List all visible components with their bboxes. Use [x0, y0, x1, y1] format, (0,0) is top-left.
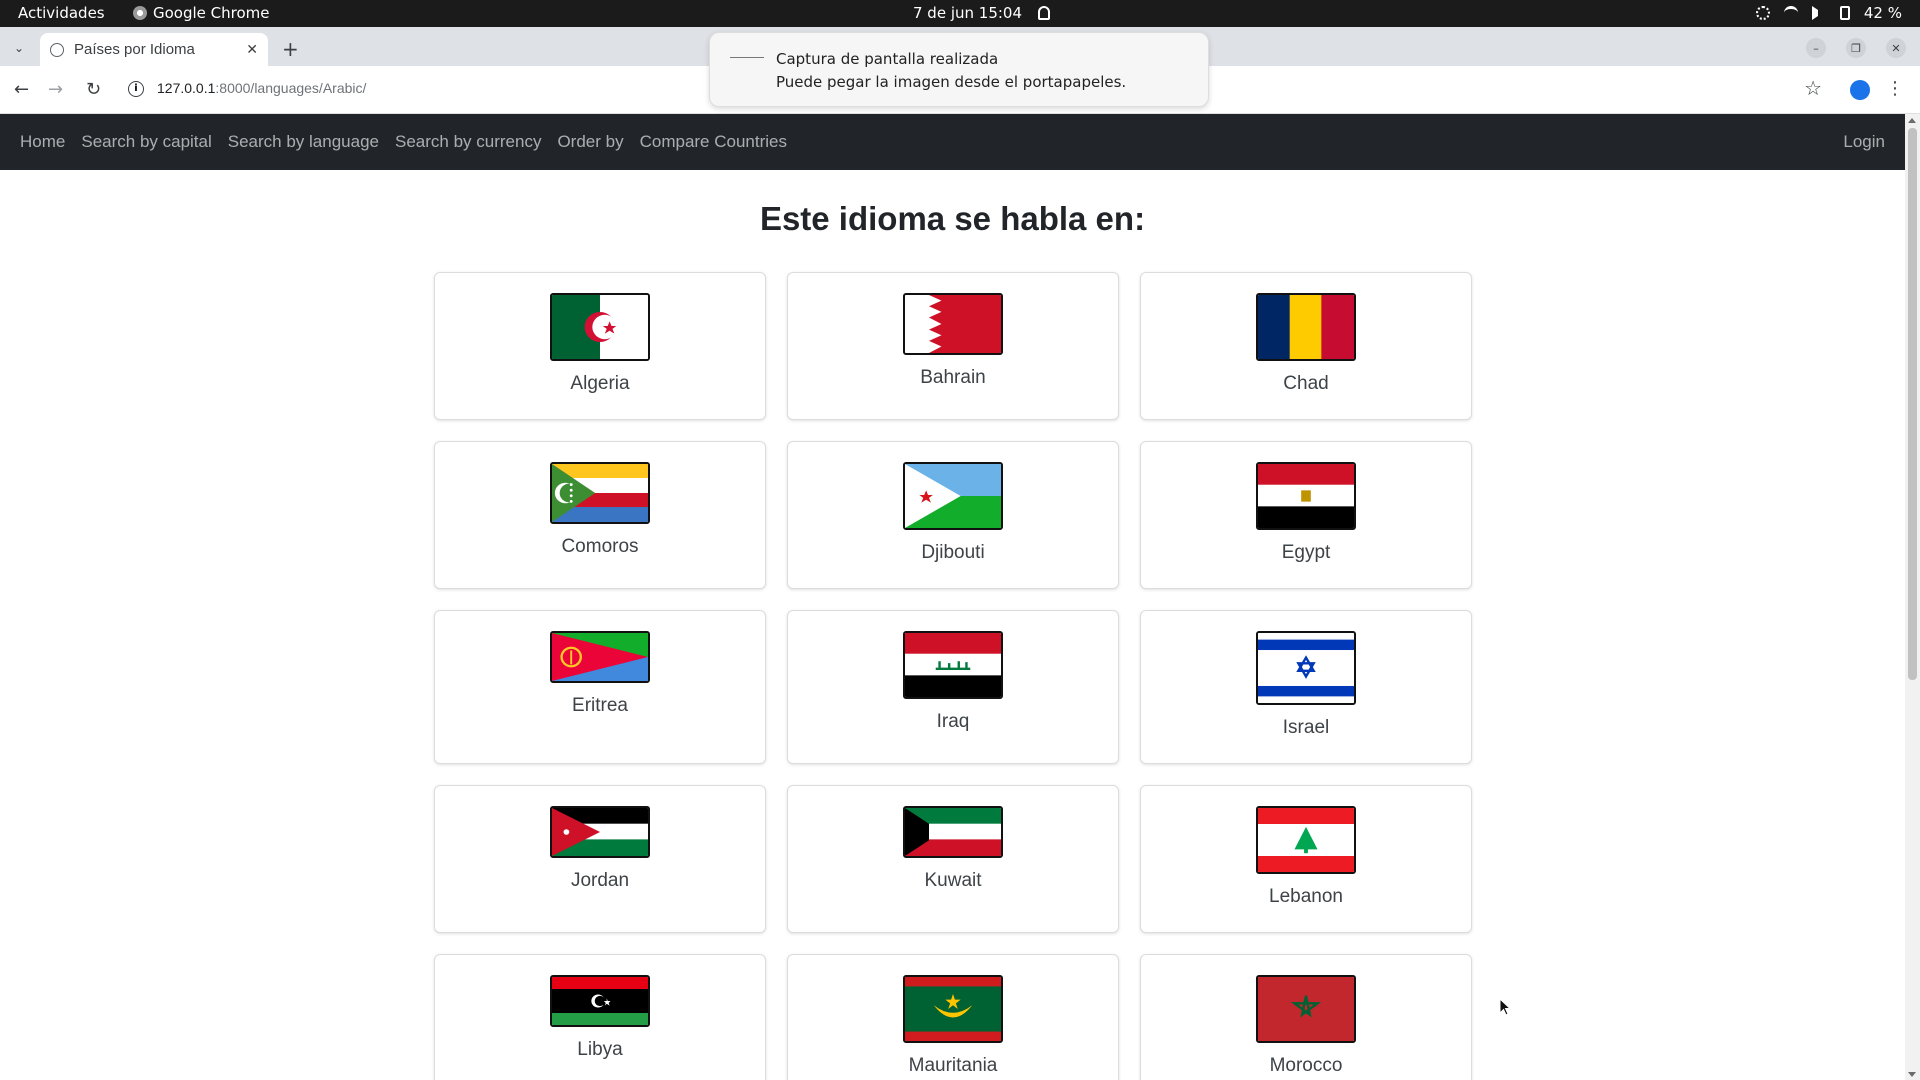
page-heading: Este idioma se habla en:	[759, 200, 1146, 237]
bookmark-star-icon[interactable]: ☆	[1804, 76, 1822, 100]
nav-login[interactable]: Login	[1843, 132, 1885, 152]
bell-icon	[1038, 6, 1051, 20]
url-path: :8000/languages/Arabic/	[215, 80, 367, 96]
minimize-icon[interactable]: –	[1806, 38, 1826, 58]
scrollbar-thumb[interactable]	[1908, 128, 1917, 680]
nav-search-by-currency[interactable]: Search by currency	[395, 132, 541, 152]
screenshot-thumbnail	[730, 57, 764, 77]
country-name: Jordan	[570, 870, 630, 891]
eritrea-flag-icon	[550, 631, 650, 683]
battery-icon	[1839, 6, 1850, 20]
jordan-flag-icon	[550, 806, 650, 858]
kuwait-flag-icon	[903, 806, 1003, 858]
country-name: Iraq	[936, 711, 970, 732]
country-card[interactable]: Eritrea	[434, 610, 766, 764]
site-navbar: Home Search by capital Search by languag…	[0, 114, 1905, 170]
site-info-icon[interactable]: i	[128, 81, 144, 97]
country-name: Bahrain	[920, 367, 986, 388]
nav-order-by[interactable]: Order by	[557, 132, 623, 152]
country-card[interactable]: Kuwait	[787, 785, 1119, 933]
country-name: Eritrea	[572, 695, 628, 716]
wifi-icon	[1783, 6, 1798, 20]
country-card[interactable]: Israel	[1140, 610, 1472, 764]
notification-title: Captura de pantalla realizada	[776, 50, 999, 68]
system-tray[interactable]: 42 %	[1755, 4, 1902, 22]
mouse-cursor-icon	[1499, 998, 1511, 1016]
chad-flag-icon	[1256, 293, 1356, 361]
country-card[interactable]: Egypt	[1140, 441, 1472, 589]
country-card[interactable]: Bahrain	[787, 272, 1119, 420]
lebanon-flag-icon	[1256, 806, 1356, 874]
libya-flag-icon	[550, 975, 650, 1027]
nav-compare-countries[interactable]: Compare Countries	[640, 132, 787, 152]
mauritania-flag-icon	[903, 975, 1003, 1043]
close-window-icon[interactable]: ✕	[1886, 38, 1906, 58]
clock-menu[interactable]: 7 de jun 15:04	[913, 4, 1051, 22]
country-card[interactable]: Chad	[1140, 272, 1472, 420]
volume-icon	[1811, 6, 1826, 20]
country-card[interactable]: Djibouti	[787, 441, 1119, 589]
country-name: Algeria	[570, 373, 630, 394]
tab-search-chevron-icon[interactable]: ⌄	[8, 37, 30, 59]
new-tab-plus-icon[interactable]: +	[282, 37, 299, 61]
morocco-flag-icon	[1256, 975, 1356, 1043]
globe-icon	[50, 42, 64, 57]
profile-avatar-icon[interactable]	[1850, 80, 1870, 100]
nav-search-by-capital[interactable]: Search by capital	[81, 132, 211, 152]
restore-icon[interactable]: ❐	[1846, 38, 1866, 58]
djibouti-flag-icon	[903, 462, 1003, 530]
country-card[interactable]: Comoros	[434, 441, 766, 589]
country-card[interactable]: Iraq	[787, 610, 1119, 764]
notification-body: Puede pegar la imagen desde el portapape…	[776, 73, 1127, 91]
reload-icon[interactable]: ↻	[86, 79, 101, 100]
country-name: Egypt	[1281, 542, 1331, 563]
tab-title: Países por Idioma	[74, 41, 195, 58]
country-card[interactable]: Lebanon	[1140, 785, 1472, 933]
bahrain-flag-icon	[903, 293, 1003, 355]
screenshot-notification[interactable]: Captura de pantalla realizada Puede pega…	[709, 32, 1209, 107]
country-name: Djibouti	[921, 542, 985, 563]
country-name: Kuwait	[924, 870, 982, 891]
address-bar[interactable]: 127.0.0.1:8000/languages/Arabic/	[157, 80, 366, 96]
back-arrow-icon[interactable]: ←	[14, 79, 29, 100]
app-menu[interactable]: Google Chrome	[133, 4, 270, 22]
browser-tab[interactable]: Países por Idioma ✕	[40, 33, 268, 66]
scroll-down-arrow-icon[interactable]	[1908, 1072, 1916, 1077]
country-name: Chad	[1283, 373, 1329, 394]
country-name: Comoros	[561, 536, 639, 557]
country-name: Israel	[1282, 717, 1330, 738]
country-card[interactable]: Mauritania	[787, 954, 1119, 1080]
url-host: 127.0.0.1	[157, 80, 216, 96]
country-name: Morocco	[1269, 1055, 1343, 1076]
chrome-icon	[133, 6, 147, 20]
nav-search-by-language[interactable]: Search by language	[228, 132, 379, 152]
datetime-label: 7 de jun 15:04	[913, 4, 1023, 22]
forward-arrow-icon[interactable]: →	[48, 79, 63, 100]
country-card[interactable]: Algeria	[434, 272, 766, 420]
country-card[interactable]: Libya	[434, 954, 766, 1080]
app-name: Google Chrome	[153, 4, 270, 22]
battery-percent: 42 %	[1863, 4, 1902, 22]
country-name: Mauritania	[908, 1055, 998, 1076]
egypt-flag-icon	[1256, 462, 1356, 530]
iraq-flag-icon	[903, 631, 1003, 699]
country-name: Lebanon	[1269, 886, 1343, 907]
comoros-flag-icon	[550, 462, 650, 524]
israel-flag-icon	[1256, 631, 1356, 705]
country-card[interactable]: Jordan	[434, 785, 766, 933]
country-name: Libya	[577, 1039, 623, 1060]
tab-close-icon[interactable]: ✕	[246, 42, 258, 58]
algeria-flag-icon	[550, 293, 650, 361]
night-light-icon	[1755, 6, 1770, 20]
system-top-bar: Actividades Google Chrome 7 de jun 15:04…	[0, 0, 1920, 27]
scroll-up-arrow-icon[interactable]	[1908, 118, 1916, 123]
nav-home[interactable]: Home	[20, 132, 65, 152]
activities-button[interactable]: Actividades	[18, 4, 105, 22]
chrome-menu-icon[interactable]: ⋮	[1886, 78, 1904, 99]
country-card[interactable]: Morocco	[1140, 954, 1472, 1080]
